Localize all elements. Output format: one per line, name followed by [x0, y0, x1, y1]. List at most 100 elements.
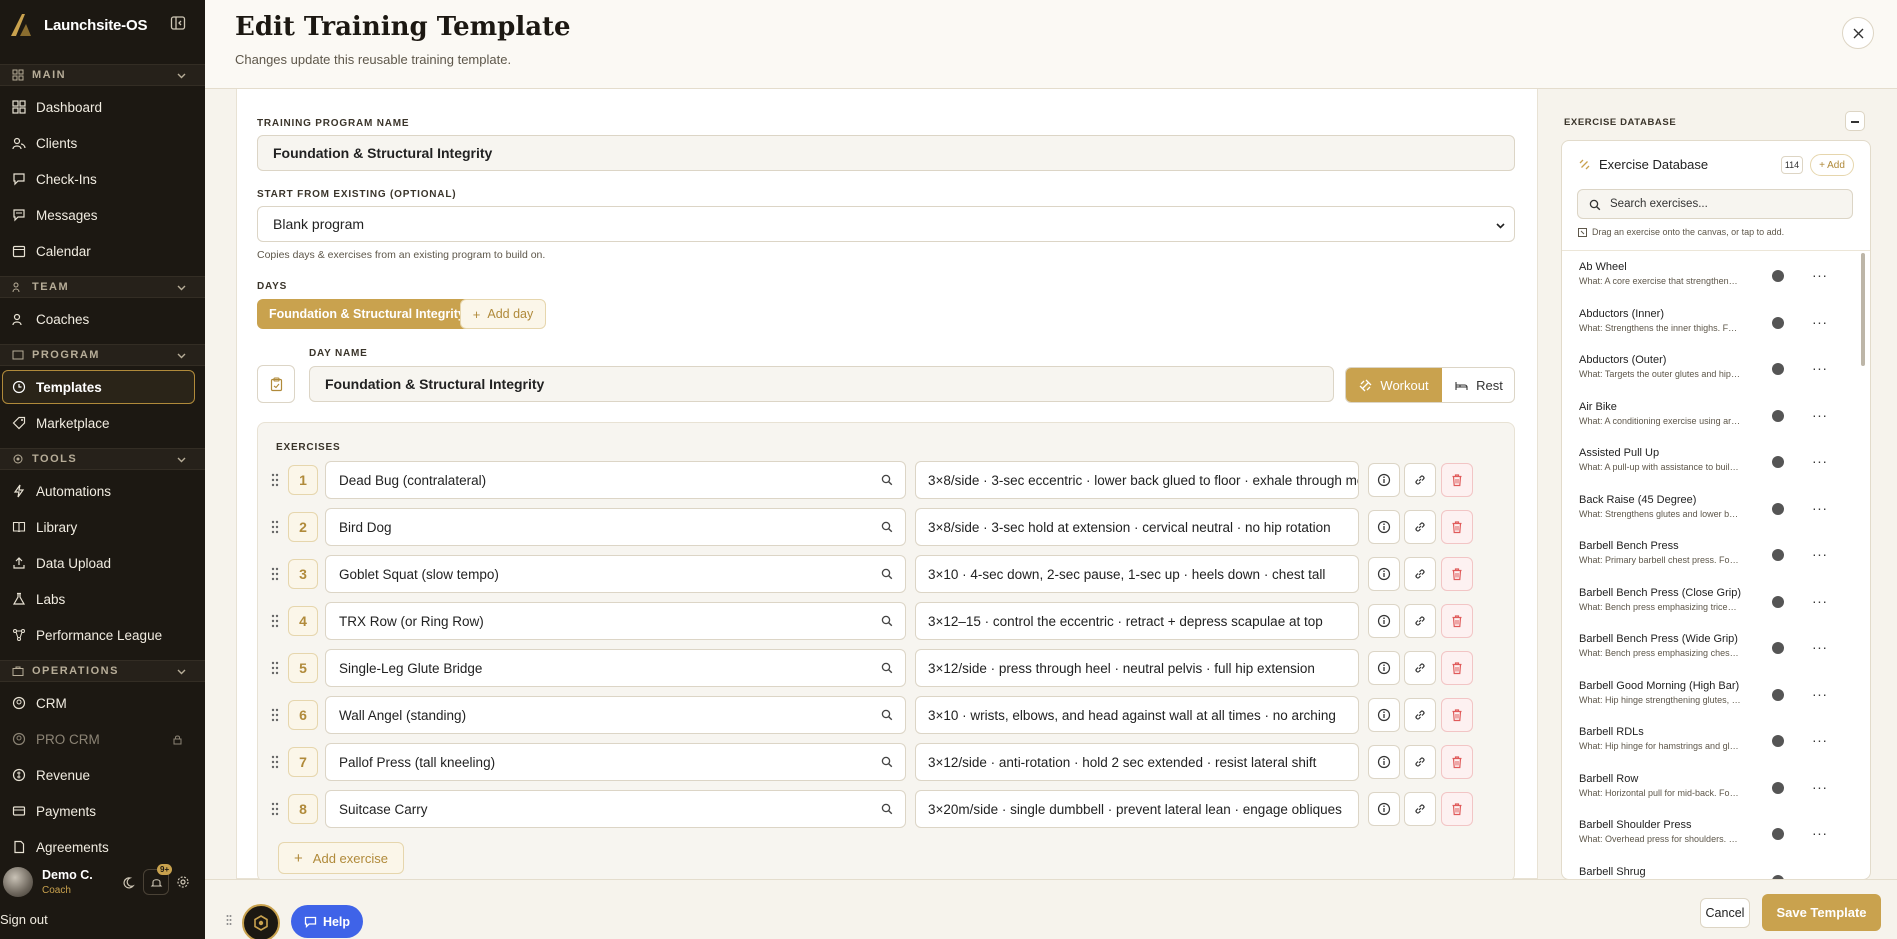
exercise-link-button[interactable]	[1404, 604, 1436, 638]
more-options-icon[interactable]: ···	[1812, 547, 1828, 561]
exercise-link-button[interactable]	[1404, 651, 1436, 685]
workout-toggle[interactable]: Workout	[1346, 368, 1442, 402]
program-name-input[interactable]: Foundation & Structural Integrity	[257, 135, 1515, 171]
sidebar-item-check-ins[interactable]: Check-Ins	[0, 162, 205, 196]
exercise-delete-button[interactable]	[1441, 698, 1473, 732]
more-options-icon[interactable]: ···	[1812, 454, 1828, 468]
moon-icon[interactable]	[121, 876, 135, 890]
exercise-detail-input[interactable]: 3×12/side · anti-rotation · hold 2 sec e…	[915, 743, 1359, 781]
exercise-detail-input[interactable]: 3×12/side · press through heel · neutral…	[915, 649, 1359, 687]
sidebar-item-clients[interactable]: Clients	[0, 126, 205, 160]
database-exercise-item[interactable]: Air Bike What: A conditioning exercise us…	[1579, 401, 1829, 441]
close-button[interactable]	[1842, 17, 1874, 49]
sidebar-item-coaches[interactable]: Coaches	[0, 302, 205, 336]
assistant-button[interactable]	[242, 904, 280, 939]
section-program[interactable]: PROGRAM	[0, 344, 205, 366]
exercise-delete-button[interactable]	[1441, 792, 1473, 826]
more-options-icon[interactable]: ···	[1812, 640, 1828, 654]
clipboard-button[interactable]	[257, 365, 295, 403]
exercise-detail-input[interactable]: 3×10 · 4-sec down, 2-sec pause, 1-sec up…	[915, 555, 1359, 593]
drag-handle-icon[interactable]	[270, 660, 280, 676]
more-options-icon[interactable]: ···	[1812, 687, 1828, 701]
sidebar-item-revenue[interactable]: Revenue	[0, 758, 205, 792]
more-options-icon[interactable]: ···	[1812, 594, 1828, 608]
database-exercise-item[interactable]: Barbell Shoulder Press What: Overhead pre…	[1579, 819, 1829, 859]
exercise-name-input[interactable]: Bird Dog	[325, 508, 906, 546]
sidebar-collapse-icon[interactable]	[170, 15, 186, 31]
database-exercise-item[interactable]: Barbell RDLs What: Hip hinge for hamstrin…	[1579, 726, 1829, 766]
notifications-button[interactable]: 9+	[143, 864, 173, 895]
database-exercise-item[interactable]: Barbell Good Morning (High Bar) What: Hip…	[1579, 680, 1829, 720]
exercise-info-button[interactable]	[1368, 792, 1400, 826]
exercise-name-input[interactable]: Goblet Squat (slow tempo)	[325, 555, 906, 593]
exercise-delete-button[interactable]	[1441, 510, 1473, 544]
drag-handle-icon[interactable]	[270, 519, 280, 535]
sign-out-link[interactable]: Sign out	[0, 912, 48, 927]
sidebar-item-messages[interactable]: Messages	[0, 198, 205, 232]
more-options-icon[interactable]: ···	[1812, 408, 1828, 422]
database-exercise-item[interactable]: Barbell Bench Press (Wide Grip) What: Ben…	[1579, 633, 1829, 673]
exercise-delete-button[interactable]	[1441, 463, 1473, 497]
database-exercise-item[interactable]: Barbell Shrug ···	[1579, 866, 1829, 879]
exercise-detail-input[interactable]: 3×8/side · 3-sec eccentric · lower back …	[915, 461, 1359, 499]
exercise-detail-input[interactable]: 3×8/side · 3-sec hold at extension · cer…	[915, 508, 1359, 546]
section-tools[interactable]: TOOLS	[0, 448, 205, 470]
drag-handle-icon[interactable]	[226, 914, 232, 926]
more-options-icon[interactable]: ···	[1812, 826, 1828, 840]
exercise-name-input[interactable]: Suitcase Carry	[325, 790, 906, 828]
exercise-name-input[interactable]: Wall Angel (standing)	[325, 696, 906, 734]
day-tab[interactable]: Foundation & Structural Integrity	[257, 299, 477, 329]
database-exercise-item[interactable]: Ab Wheel What: A core exercise that stren…	[1579, 261, 1829, 301]
exercise-info-button[interactable]	[1368, 557, 1400, 591]
exercise-name-input[interactable]: Dead Bug (contralateral)	[325, 461, 906, 499]
database-exercise-item[interactable]: Back Raise (45 Degree) What: Strengthens …	[1579, 494, 1829, 534]
exercise-detail-input[interactable]: 3×12–15 · control the eccentric · retrac…	[915, 602, 1359, 640]
sidebar-item-performance-league[interactable]: Performance League	[0, 618, 205, 652]
drag-handle-icon[interactable]	[270, 707, 280, 723]
database-exercise-item[interactable]: Assisted Pull Up What: A pull-up with ass…	[1579, 447, 1829, 487]
cancel-button[interactable]: Cancel	[1700, 898, 1750, 928]
exercise-name-input[interactable]: Pallof Press (tall kneeling)	[325, 743, 906, 781]
sidebar-item-pro-crm[interactable]: PRO CRM	[0, 722, 205, 756]
section-operations[interactable]: OPERATIONS	[0, 660, 205, 682]
exercise-info-button[interactable]	[1368, 651, 1400, 685]
user-profile[interactable]: Demo C. Coach 9+	[0, 862, 205, 902]
day-name-input[interactable]: Foundation & Structural Integrity	[309, 366, 1334, 402]
drag-handle-icon[interactable]	[270, 566, 280, 582]
database-exercise-item[interactable]: Barbell Bench Press What: Primary barbell…	[1579, 540, 1829, 580]
sidebar-item-templates[interactable]: Templates	[2, 370, 195, 404]
exercise-info-button[interactable]	[1368, 463, 1400, 497]
database-exercise-item[interactable]: Barbell Row What: Horizontal pull for mid…	[1579, 773, 1829, 813]
exercise-link-button[interactable]	[1404, 792, 1436, 826]
drag-handle-icon[interactable]	[270, 801, 280, 817]
add-day-button[interactable]: + Add day	[460, 299, 546, 329]
exercise-name-input[interactable]: TRX Row (or Ring Row)	[325, 602, 906, 640]
database-exercise-item[interactable]: Abductors (Outer) What: Targets the outer…	[1579, 354, 1829, 394]
sidebar-item-agreements[interactable]: Agreements	[0, 830, 205, 864]
more-options-icon[interactable]: ···	[1812, 733, 1828, 747]
sidebar-item-dashboard[interactable]: Dashboard	[0, 90, 205, 124]
exercise-search-input[interactable]: Search exercises...	[1577, 189, 1853, 219]
more-options-icon[interactable]: ···	[1812, 780, 1828, 794]
exercise-delete-button[interactable]	[1441, 557, 1473, 591]
database-exercise-item[interactable]: Abductors (Inner) What: Strengthens the i…	[1579, 308, 1829, 348]
sidebar-item-payments[interactable]: Payments	[0, 794, 205, 828]
more-options-icon[interactable]: ···	[1812, 268, 1828, 282]
drag-handle-icon[interactable]	[270, 754, 280, 770]
sidebar-item-library[interactable]: Library	[0, 510, 205, 544]
scrollbar[interactable]	[1861, 253, 1865, 366]
section-team[interactable]: TEAM	[0, 276, 205, 298]
rest-toggle[interactable]: Rest	[1442, 368, 1514, 402]
exercise-info-button[interactable]	[1368, 745, 1400, 779]
exercise-detail-input[interactable]: 3×20m/side · single dumbbell · prevent l…	[915, 790, 1359, 828]
exercise-info-button[interactable]	[1368, 510, 1400, 544]
more-options-icon[interactable]: ···	[1812, 315, 1828, 329]
sidebar-item-automations[interactable]: Automations	[0, 474, 205, 508]
exercise-name-input[interactable]: Single-Leg Glute Bridge	[325, 649, 906, 687]
sidebar-item-crm[interactable]: CRM	[0, 686, 205, 720]
sidebar-item-data-upload[interactable]: Data Upload	[0, 546, 205, 580]
exercise-detail-input[interactable]: 3×10 · wrists, elbows, and head against …	[915, 696, 1359, 734]
drag-handle-icon[interactable]	[270, 613, 280, 629]
drag-handle-icon[interactable]	[270, 472, 280, 488]
exercise-delete-button[interactable]	[1441, 745, 1473, 779]
